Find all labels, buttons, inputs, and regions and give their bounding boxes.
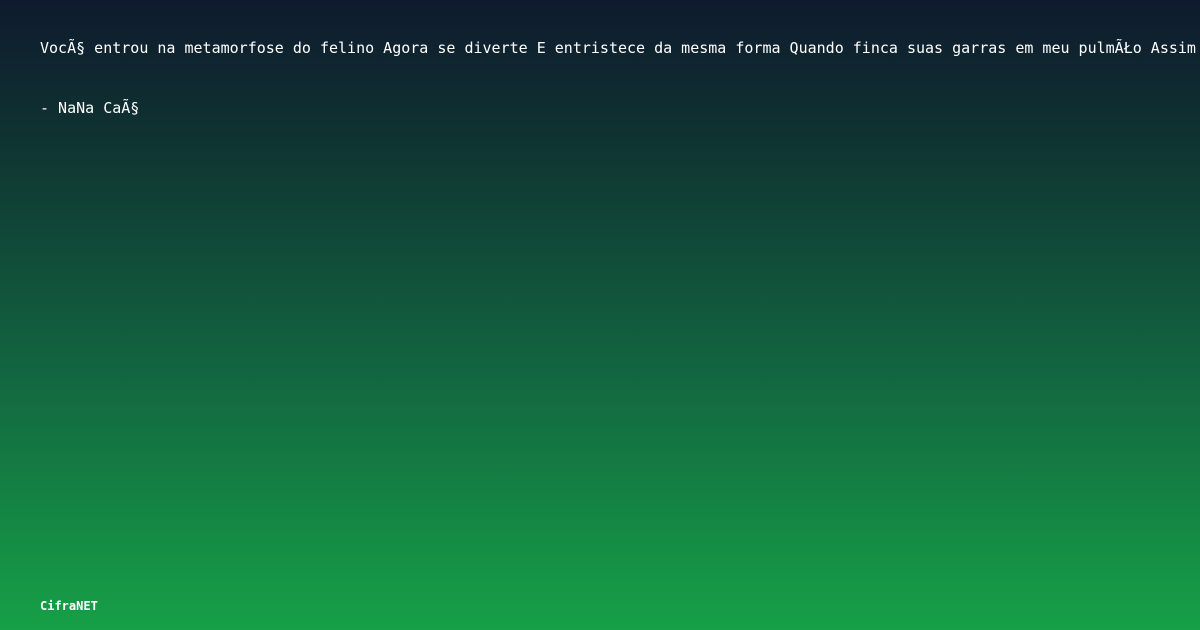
quote-text: VocÃ§ entrou na metamorfose do felino Ag…: [40, 39, 1196, 57]
quote-author: - NaNa CaÃ§: [40, 99, 140, 117]
brand-logo-text: CifraNET: [40, 599, 98, 613]
